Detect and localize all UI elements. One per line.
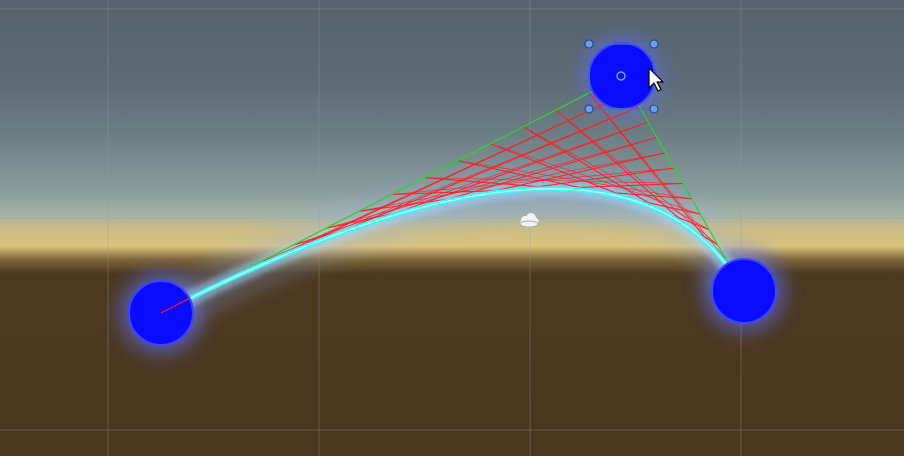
control-point-node[interactable]: [588, 42, 656, 110]
scene-canvas[interactable]: [0, 0, 904, 456]
handle-top-right[interactable]: [649, 39, 659, 49]
handle-bottom-left[interactable]: [584, 104, 594, 114]
handle-top-left[interactable]: [584, 39, 594, 49]
sky-background: [0, 0, 904, 456]
left-anchor-node[interactable]: [128, 280, 194, 346]
scene-view[interactable]: [0, 0, 904, 456]
handle-bottom-right[interactable]: [649, 104, 659, 114]
right-anchor-node[interactable]: [711, 258, 777, 324]
